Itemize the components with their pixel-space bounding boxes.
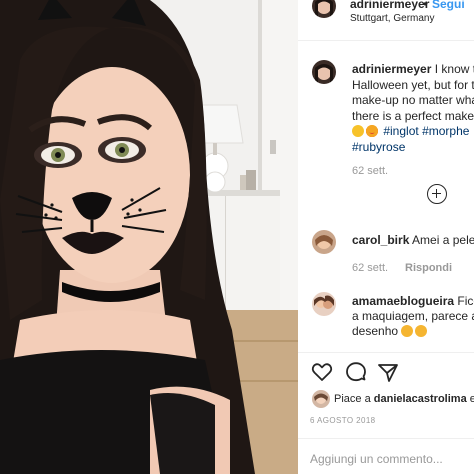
- likes-prefix: Piace a: [334, 393, 371, 405]
- comment-text: Amei a pele c: [412, 233, 474, 247]
- comment-text-line-3: desenho: [352, 324, 399, 338]
- instagram-post-view: adriniermeyer • Segui Stuttgart, Germany…: [0, 0, 474, 474]
- caption-line-1: I know th: [434, 62, 474, 76]
- author-username[interactable]: adriniermeyer: [350, 0, 429, 11]
- add-comment-input[interactable]: Aggiungi un commento...: [310, 452, 443, 466]
- plus-circle-icon[interactable]: [427, 184, 447, 204]
- post-location[interactable]: Stuttgart, Germany: [350, 13, 434, 24]
- separator-dot: •: [423, 0, 428, 11]
- comment: amamaeblogueira Ficou a maquiagem, parec…: [352, 294, 474, 339]
- clap-emoji: [415, 325, 428, 337]
- actions-divider: [298, 352, 474, 353]
- heart-eyes-emoji: [366, 125, 378, 137]
- clap-emoji: [401, 325, 414, 337]
- post-date[interactable]: 6 AGOSTO 2018: [310, 416, 376, 425]
- commenter-avatar[interactable]: [312, 292, 336, 316]
- post-caption: adriniermeyer I know th Halloween yet, b…: [352, 62, 474, 155]
- author-avatar[interactable]: [312, 0, 336, 18]
- hashtag-link[interactable]: #morphe: [422, 124, 469, 138]
- photo-illustration: [0, 0, 298, 474]
- liker-avatar[interactable]: [312, 390, 330, 408]
- likes-suffix: e: [469, 393, 474, 405]
- commenter-avatar[interactable]: [312, 230, 336, 254]
- hashtag-link[interactable]: #rubyrose: [352, 140, 405, 154]
- share-icon[interactable]: [376, 360, 400, 384]
- reply-button[interactable]: Rispondi: [405, 262, 452, 274]
- caption-line-3: make-up no matter wha: [352, 93, 474, 107]
- caption-author-avatar[interactable]: [312, 60, 336, 84]
- smile-emoji: [352, 125, 364, 137]
- hashtag-link[interactable]: #inglot: [383, 124, 418, 138]
- liker-username[interactable]: danielacastrolima: [374, 393, 467, 405]
- comment-username[interactable]: amamaeblogueira: [352, 294, 454, 308]
- header-divider: [298, 40, 474, 41]
- caption-line-4: there is a perfect make-: [352, 108, 474, 123]
- comment-timestamp[interactable]: 62 sett.: [352, 262, 388, 274]
- caption-username[interactable]: adriniermeyer: [352, 62, 431, 76]
- follow-button[interactable]: Segui: [432, 0, 465, 11]
- caption-timestamp[interactable]: 62 sett.: [352, 165, 388, 177]
- post-details-panel: adriniermeyer • Segui Stuttgart, Germany…: [298, 0, 474, 474]
- comment-icon[interactable]: [344, 360, 368, 384]
- comment-username[interactable]: carol_birk: [352, 233, 409, 247]
- heart-icon[interactable]: [310, 360, 334, 384]
- post-photo[interactable]: [0, 0, 298, 474]
- comment: carol_birk Amei a pele c: [352, 233, 474, 247]
- caption-line-2: Halloween yet, but for t: [352, 77, 474, 92]
- comment-text-line-1: Ficou: [457, 294, 474, 308]
- comment-text-line-2: a maquiagem, parece a: [352, 309, 474, 323]
- comment-box-divider: [298, 438, 474, 439]
- likes-summary: Piace a danielacastrolima e: [334, 393, 474, 405]
